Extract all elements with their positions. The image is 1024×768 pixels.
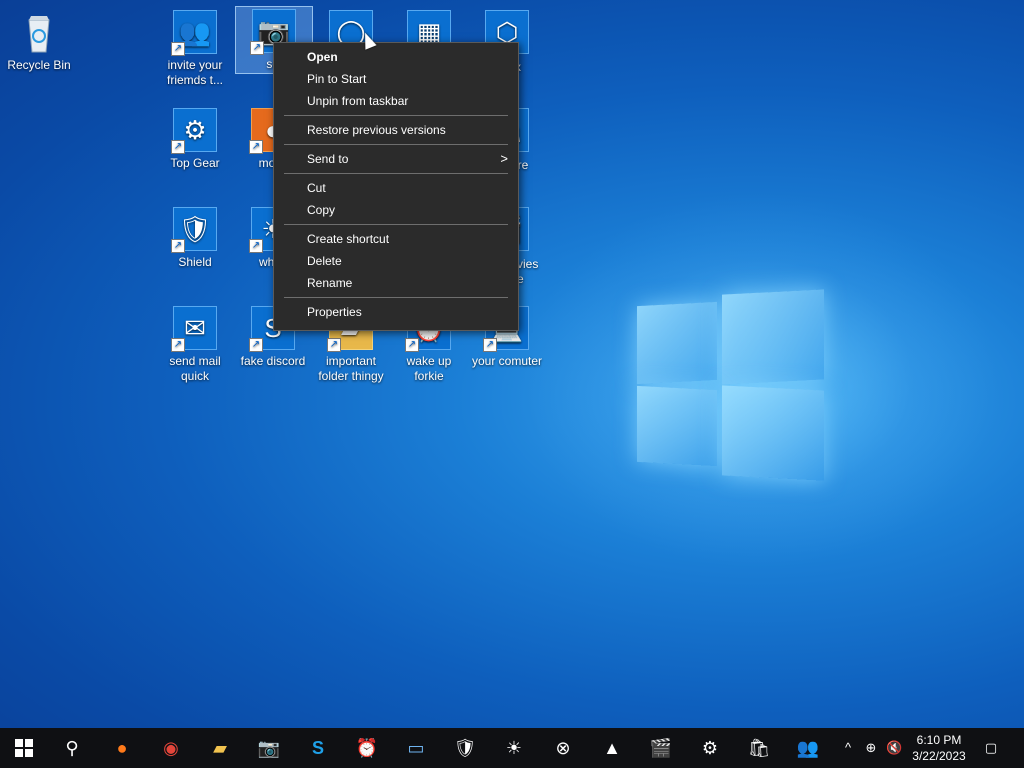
desktop-icon-send-mail[interactable]: ✉ ↗ send mail quick	[157, 304, 233, 384]
menu-separator	[284, 224, 508, 225]
skype-icon[interactable]: S	[294, 728, 342, 768]
menu-item-create-shortcut[interactable]: Create shortcut	[274, 228, 518, 250]
menu-item-copy[interactable]: Copy	[274, 199, 518, 221]
menu-item-label: Send to	[307, 152, 349, 166]
menu-item-delete[interactable]: Delete	[274, 250, 518, 272]
menu-item-cut[interactable]: Cut	[274, 177, 518, 199]
desktop-icon-label: fake discord	[240, 354, 306, 368]
camera-icon[interactable]: 📷	[245, 728, 293, 768]
file-explorer-icon[interactable]: ▰	[196, 728, 244, 768]
chevron-up-icon[interactable]: ^	[840, 740, 856, 756]
desktop-icon-top-gear[interactable]: ⚙ ↗ Top Gear	[157, 106, 233, 171]
menu-separator	[284, 115, 508, 116]
mail-icon[interactable]: ▭	[392, 728, 440, 768]
menu-item-open[interactable]: Open	[274, 46, 518, 68]
menu-item-restore-previous-versions[interactable]: Restore previous versions	[274, 119, 518, 141]
menu-item-pin-to-start[interactable]: Pin to Start	[274, 68, 518, 90]
shield-icon[interactable]: 🛡	[441, 728, 489, 768]
xbox-icon[interactable]: ⊗	[539, 728, 587, 768]
network-icon[interactable]: ⊕	[863, 740, 879, 756]
sun-icon[interactable]: ☀	[490, 728, 538, 768]
desktop-icon-label: important folder thingy	[318, 354, 384, 383]
taskbar: ⚲ ● ◉ ▰ 📷 S ⏰ ▭ 🛡 ☀ ⊗ ▲ 🎬 ⚙ 🛍 👥 ^ ⊕ 🔇 6:…	[0, 728, 1024, 768]
menu-item-properties[interactable]: Properties	[274, 301, 518, 323]
menu-item-rename[interactable]: Rename	[274, 272, 518, 294]
search-icon[interactable]: ⚲	[48, 728, 96, 768]
desktop-icon-label: Top Gear	[170, 156, 220, 170]
taskbar-clock[interactable]: 6:10 PM 3/22/2023	[904, 732, 974, 764]
people-icon[interactable]: 👥	[784, 728, 832, 768]
settings-icon[interactable]: ⚙	[686, 728, 734, 768]
photos-icon[interactable]: ▲	[588, 728, 636, 768]
menu-item-unpin-from-taskbar[interactable]: Unpin from taskbar	[274, 90, 518, 112]
desktop-icon-recycle-bin[interactable]: Recycle Bin	[1, 8, 77, 73]
desktop-icon-label: Recycle Bin	[7, 58, 71, 72]
windows-logo-wallpaper	[630, 288, 830, 488]
desktop-icon-shield[interactable]: 🛡 ↗ Shield	[157, 205, 233, 270]
clock-time: 6:10 PM	[916, 733, 962, 747]
desktop-icon-label: wake up forkie	[406, 354, 452, 383]
clock-date: 3/22/2023	[912, 749, 966, 763]
recycle-bin-icon	[15, 8, 63, 56]
notifications-icon[interactable]: ▢	[983, 740, 999, 756]
chrome-icon[interactable]: ◉	[147, 728, 195, 768]
desktop-icon-label: Shield	[178, 255, 212, 269]
menu-separator	[284, 297, 508, 298]
desktop-icon-label: send mail quick	[169, 354, 221, 383]
start-icon[interactable]	[0, 728, 48, 768]
volume-muted-icon[interactable]: 🔇	[886, 740, 902, 756]
chevron-right-icon: >	[500, 151, 508, 166]
alarm-icon[interactable]: ⏰	[343, 728, 391, 768]
desktop-icon-label: your comuter	[471, 354, 543, 368]
menu-item-send-to[interactable]: Send to >	[274, 148, 518, 170]
movies-icon[interactable]: 🎬	[637, 728, 685, 768]
desktop-icon-label: invite your friemds t...	[166, 58, 223, 87]
store-icon[interactable]: 🛍	[735, 728, 783, 768]
firefox-icon[interactable]: ●	[98, 728, 146, 768]
desktop-icon-label: vies	[517, 257, 539, 271]
menu-separator	[284, 173, 508, 174]
menu-separator	[284, 144, 508, 145]
desktop-icon-invite[interactable]: 👥 ↗ invite your friemds t...	[157, 8, 233, 88]
context-menu: Open Pin to Start Unpin from taskbar Res…	[273, 42, 519, 331]
